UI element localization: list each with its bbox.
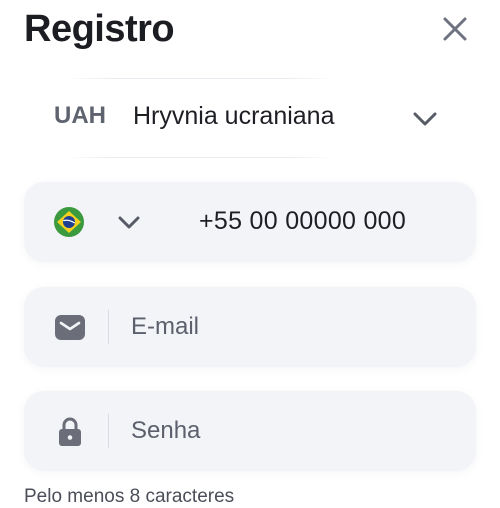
currency-name: Hryvnia ucraniana xyxy=(133,102,335,130)
password-field[interactable] xyxy=(24,391,476,471)
brazil-flag-icon xyxy=(54,207,84,237)
currency-code: UAH xyxy=(54,102,106,129)
page-title: Registro xyxy=(24,8,175,50)
email-input[interactable] xyxy=(131,309,451,345)
close-button[interactable] xyxy=(438,12,472,46)
chevron-down-icon xyxy=(413,112,437,126)
password-hint: Pelo menos 8 caracteres xyxy=(24,486,235,507)
field-divider xyxy=(108,310,109,344)
country-chevron-down-icon[interactable] xyxy=(115,208,143,236)
lock-icon xyxy=(59,417,81,446)
envelope-icon xyxy=(55,315,85,340)
field-divider xyxy=(108,414,109,448)
email-field[interactable] xyxy=(24,287,476,367)
phone-number-input[interactable]: +55 00 00000 000 xyxy=(199,207,406,236)
close-icon xyxy=(443,17,467,41)
phone-field[interactable]: +55 00 00000 000 xyxy=(24,182,476,262)
password-input[interactable] xyxy=(131,413,451,449)
currency-selector[interactable]: UAH Hryvnia ucraniana xyxy=(24,78,476,158)
